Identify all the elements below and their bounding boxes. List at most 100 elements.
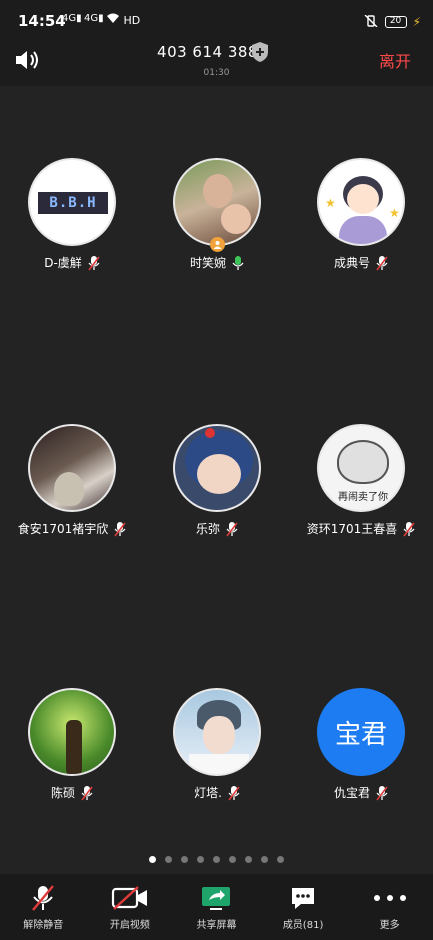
- participant-nameline: 时笑婉: [145, 254, 289, 271]
- shield-icon[interactable]: [250, 41, 270, 67]
- signal-icon: 4G▮: [62, 13, 82, 24]
- participant-name: 乐弥: [195, 522, 220, 536]
- mic-on-icon: [232, 255, 244, 270]
- page-dot[interactable]: [197, 856, 204, 863]
- user-icon: [213, 241, 222, 249]
- avatar-child-face: [221, 204, 251, 234]
- avatar-face: [203, 174, 233, 208]
- participant-tile[interactable]: 陈硕: [0, 688, 144, 801]
- share-screen-label: 共享屏幕: [196, 920, 237, 931]
- vibrate-off-icon: [363, 12, 379, 31]
- mic-muted-icon: [403, 521, 415, 536]
- participant-name: 陈硕: [50, 786, 75, 800]
- participant-tile[interactable]: B.B.H D-虞觧: [0, 158, 144, 271]
- status-time: 14:54: [18, 12, 66, 30]
- status-bar: 14:54 4G▮ 4G▮ HD 20 ⚡: [0, 0, 433, 40]
- meeting-timer: 01:30: [203, 68, 230, 78]
- participant-tile[interactable]: 再闹卖了你 资环1701王春喜: [289, 424, 433, 537]
- page-dot[interactable]: [245, 856, 252, 863]
- page-dot[interactable]: [229, 856, 236, 863]
- page-dot[interactable]: [149, 856, 156, 863]
- page-dot[interactable]: [165, 856, 172, 863]
- avatar: 宝君: [317, 688, 405, 776]
- page-dot[interactable]: [181, 856, 188, 863]
- avatar-text: 再闹卖了你: [338, 492, 388, 503]
- mic-muted-icon: [32, 885, 55, 911]
- chat-bubble-icon: [292, 888, 315, 909]
- mic-muted-icon: [376, 255, 388, 270]
- signal-label-2: 4G: [84, 13, 99, 24]
- unmute-label: 解除静音: [23, 920, 64, 931]
- meeting-header: 403 614 388 01:30 离开: [0, 40, 433, 86]
- mic-muted-icon: [114, 521, 126, 536]
- leave-button[interactable]: 离开: [379, 48, 411, 72]
- avatar-tree: [66, 720, 82, 774]
- participant-tile[interactable]: 灯塔.: [145, 688, 289, 801]
- star-icon: ★: [389, 206, 400, 220]
- mic-muted-icon: [228, 785, 240, 800]
- status-right: 20 ⚡: [363, 12, 421, 31]
- participant-nameline: 食安1701褚宇欣: [0, 520, 144, 537]
- host-badge: [210, 237, 225, 252]
- mic-muted-icon: [81, 785, 93, 800]
- star-icon: ★: [325, 196, 336, 210]
- participant-name: 仇宝君: [333, 786, 370, 800]
- participant-name: 时笑婉: [189, 256, 226, 270]
- more-icon: [373, 895, 406, 901]
- members-button[interactable]: 成员(81): [260, 874, 347, 940]
- avatar-hamster: [337, 440, 389, 484]
- signal-label: 4G: [62, 13, 77, 24]
- signal-icon-2: 4G▮: [84, 13, 104, 24]
- avatar: [173, 424, 261, 512]
- avatar-pet: [54, 472, 84, 506]
- participant-nameline: 成典号: [289, 254, 433, 271]
- meeting-id-text: 403 614 388: [157, 43, 258, 61]
- page-dot[interactable]: [213, 856, 220, 863]
- avatar: [173, 688, 261, 776]
- avatar-face: [203, 716, 235, 754]
- avatar-face: [197, 454, 241, 494]
- participant-name: 成典号: [333, 256, 370, 270]
- participant-tile[interactable]: ★ ★ 成典号: [289, 158, 433, 271]
- participant-nameline: D-虞觧: [0, 254, 144, 271]
- avatar: ★ ★: [317, 158, 405, 246]
- participant-name: 食安1701褚宇欣: [17, 522, 109, 536]
- participant-tile[interactable]: 乐弥: [145, 424, 289, 537]
- start-video-label: 开启视频: [109, 920, 150, 931]
- avatar: [28, 688, 116, 776]
- wifi-icon: HD: [106, 13, 140, 27]
- participant-name: 灯塔.: [194, 786, 222, 800]
- avatar-shirt: [189, 754, 249, 774]
- meeting-id[interactable]: 403 614 388: [0, 43, 433, 61]
- avatar: [173, 158, 261, 246]
- avatar-ornament: [205, 428, 215, 438]
- avatar: B.B.H: [28, 158, 116, 246]
- participant-nameline: 仇宝君: [289, 784, 433, 801]
- participant-nameline: 资环1701王春喜: [289, 520, 433, 537]
- participant-tile[interactable]: 时笑婉: [145, 158, 289, 271]
- avatar-body: [339, 216, 387, 244]
- meeting-toolbar: 解除静音 开启视频 共享屏幕 成员(81) 更多: [0, 874, 433, 940]
- mic-muted-icon: [376, 785, 388, 800]
- participant-nameline: 乐弥: [145, 520, 289, 537]
- participant-name: 资环1701王春喜: [306, 522, 398, 536]
- mic-muted-icon: [226, 521, 238, 536]
- battery-icon: 20: [384, 15, 407, 28]
- more-button[interactable]: 更多: [346, 874, 433, 940]
- unmute-button[interactable]: 解除静音: [0, 874, 87, 940]
- share-screen-button[interactable]: 共享屏幕: [173, 874, 260, 940]
- participant-nameline: 灯塔.: [145, 784, 289, 801]
- mic-muted-icon: [88, 255, 100, 270]
- page-dot[interactable]: [261, 856, 268, 863]
- participant-nameline: 陈硕: [0, 784, 144, 801]
- video-off-icon: [111, 886, 147, 910]
- start-video-button[interactable]: 开启视频: [87, 874, 174, 940]
- avatar: 再闹卖了你: [317, 424, 405, 512]
- wifi-label: HD: [123, 14, 141, 27]
- avatar: [28, 424, 116, 512]
- participant-tile[interactable]: 宝君 仇宝君: [289, 688, 433, 801]
- participant-tile[interactable]: 食安1701褚宇欣: [0, 424, 144, 537]
- page-indicator: [0, 856, 433, 863]
- avatar-text: B.B.H: [38, 192, 108, 214]
- page-dot[interactable]: [277, 856, 284, 863]
